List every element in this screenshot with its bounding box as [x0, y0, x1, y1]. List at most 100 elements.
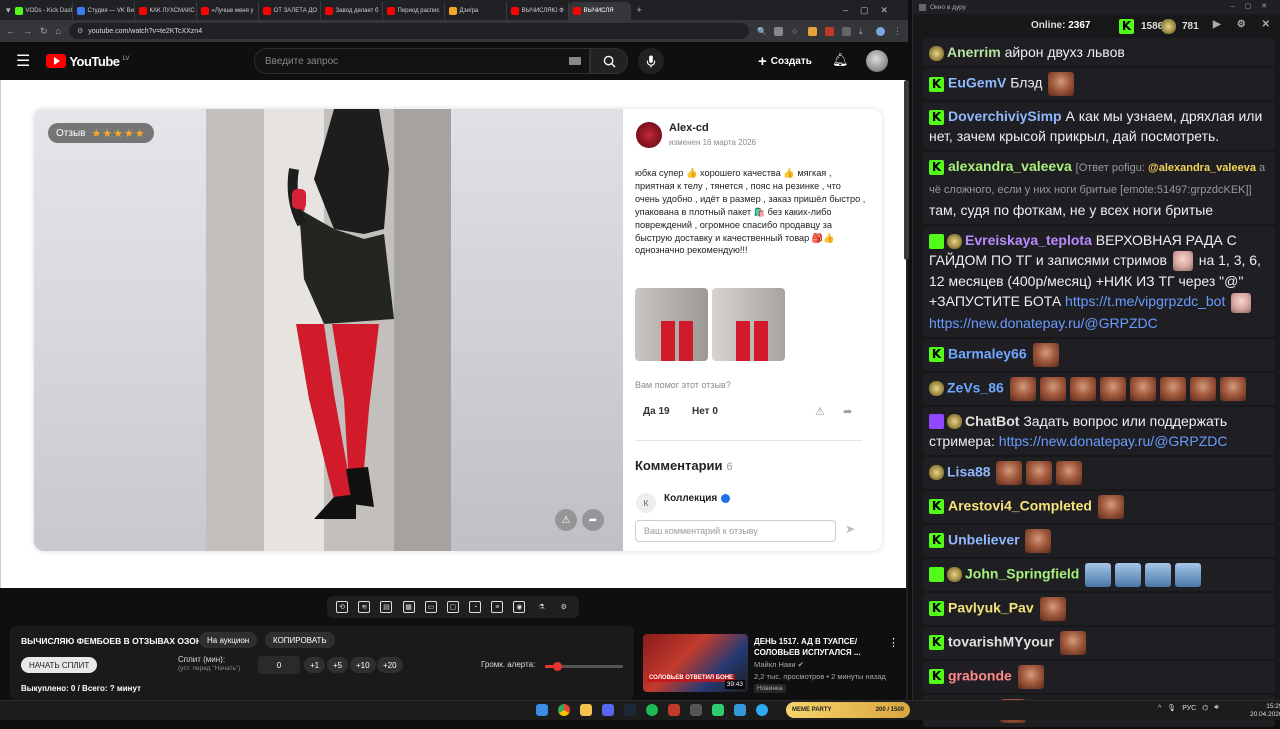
steam-icon[interactable] — [624, 704, 636, 716]
bookmark-icon[interactable]: ☆ — [791, 27, 800, 36]
auction-button[interactable]: На аукцион — [199, 632, 258, 648]
back-icon[interactable]: ← — [6, 26, 15, 36]
search-button[interactable] — [590, 48, 628, 74]
search-input[interactable]: Введите запрос — [254, 48, 590, 74]
copy-button[interactable]: КОПИРОВАТЬ — [265, 632, 335, 648]
account-avatar[interactable] — [866, 50, 888, 72]
browser-tab[interactable]: Студия — VK Ви — [73, 2, 135, 20]
helpful-yes-button[interactable]: Да 19 — [643, 406, 670, 417]
chat-username[interactable]: Pavlyuk_Pav — [948, 599, 1034, 615]
extension-icon[interactable] — [774, 26, 783, 36]
chat-username[interactable]: Arestovi4_Completed — [948, 497, 1092, 513]
app-icon[interactable] — [690, 704, 702, 716]
extension-icon[interactable] — [842, 26, 851, 36]
alert-volume-slider[interactable] — [545, 662, 623, 671]
settings-gear-icon[interactable]: ⚙ — [558, 601, 570, 613]
discord-icon[interactable] — [602, 704, 614, 716]
app-icon[interactable] — [734, 704, 746, 716]
add-10-button[interactable]: +10 — [350, 657, 376, 673]
chat-username[interactable]: Barmaley66 — [948, 345, 1027, 361]
folder-icon[interactable] — [580, 704, 592, 716]
site-info-icon[interactable]: ⚙ — [77, 27, 83, 35]
chat-username[interactable]: John_Springfield — [965, 565, 1079, 581]
browser-tab[interactable]: ВЫЧИСЛЯЮ Ф — [507, 2, 569, 20]
chat-username[interactable]: ZeVs_86 — [947, 379, 1004, 395]
browser-menu-icon[interactable]: ⋮ — [893, 26, 902, 37]
helpful-no-button[interactable]: Нет 0 — [692, 406, 718, 417]
chat-username[interactable]: grabonde — [948, 667, 1012, 683]
telegram-icon[interactable] — [756, 704, 768, 716]
add-20-button[interactable]: +20 — [377, 657, 403, 673]
settings-gear-icon[interactable]: ⚙ — [1237, 19, 1246, 30]
window-controls[interactable]: –▢✕ — [843, 5, 900, 16]
add-5-button[interactable]: +5 — [327, 657, 349, 673]
meme-party-widget[interactable]: MEME PARTY 200 / 1500 — [786, 702, 910, 718]
hamburger-menu-icon[interactable]: ☰ — [16, 51, 30, 71]
review-photo[interactable]: Отзыв ★★★★★ ⚠ ➦ — [34, 109, 623, 551]
report-button[interactable]: ⚠ — [555, 509, 577, 531]
playlist-icon[interactable]: ▤ — [380, 601, 393, 613]
comment-input[interactable]: Ваш комментарий к отзыву — [635, 520, 836, 542]
screenshot-icon[interactable]: ◉ — [513, 601, 526, 613]
youtube-logo[interactable]: YouTube LV — [46, 54, 129, 69]
forward-icon[interactable]: → — [23, 26, 32, 36]
chat-username[interactable]: ChatBot — [965, 413, 1019, 429]
audio-icon[interactable]: ≋ — [358, 601, 371, 613]
commenter-name[interactable]: Коллекция — [664, 493, 731, 504]
scrollbar[interactable] — [904, 80, 909, 260]
extension-icon[interactable] — [825, 26, 834, 36]
chat-username[interactable]: tovarishMYyour — [948, 633, 1054, 649]
recommended-video[interactable]: СОЛОВЬЕВ ОТВЕТИЛ БОНЕ 39:43 ДЕНЬ 1517. А… — [643, 632, 905, 694]
add-1-button[interactable]: +1 — [304, 657, 326, 673]
pip-icon[interactable]: ▭ — [424, 601, 437, 613]
window-controls[interactable]: –▢✕ — [1231, 2, 1277, 10]
chat-username[interactable]: Lisa88 — [947, 463, 991, 479]
chat-link[interactable]: https://new.donatepay.ru/@GRPZDC — [929, 315, 1158, 331]
warning-icon[interactable]: ⚠ — [815, 405, 825, 418]
new-tab-icon[interactable]: + — [637, 5, 642, 15]
author-avatar[interactable] — [636, 122, 662, 148]
chat-link[interactable]: https://new.donatepay.ru/@GRPZDC — [999, 433, 1228, 449]
chat-username[interactable]: alexandra_valeeva — [948, 158, 1072, 174]
volume-icon[interactable]: 🔊︎ — [1214, 704, 1218, 712]
video-player[interactable]: Отзыв ★★★★★ ⚠ ➦ Alex-cd изменен 16 марта… — [0, 80, 906, 588]
chat-username[interactable]: Unbeliever — [948, 531, 1020, 547]
recommended-title[interactable]: ДЕНЬ 1517. АД В ТУАПСЕ/ СОЛОВЬЕВ ИСПУГАЛ… — [754, 636, 889, 658]
clock[interactable]: 15:2920.04.2026 — [1250, 703, 1280, 719]
share-icon[interactable]: ➦ — [843, 405, 852, 418]
browser-tab[interactable]: ОТ ЗАЛЕТА ДО — [259, 2, 321, 20]
split-minutes-input[interactable]: 0 — [258, 656, 300, 674]
browser-tab[interactable]: Период распис — [383, 2, 445, 20]
app-icon[interactable] — [712, 704, 724, 716]
create-button[interactable]: + Создать — [758, 51, 812, 71]
chevron-up-icon[interactable]: ^ — [1158, 705, 1161, 712]
browser-tab[interactable]: Завод делает б — [321, 2, 383, 20]
commenter-avatar[interactable]: К — [636, 493, 656, 513]
chat-username[interactable]: DoverchiviySimp — [948, 108, 1062, 124]
mic-icon[interactable]: 🎙︎ — [1167, 704, 1176, 712]
chat-username[interactable]: EuGemV — [948, 75, 1006, 91]
chat-username[interactable]: Evreiskaya_teplota — [965, 232, 1092, 248]
spotify-icon[interactable] — [646, 704, 658, 716]
close-icon[interactable]: ✕ — [1262, 19, 1270, 30]
review-thumbnail[interactable] — [712, 288, 785, 361]
theater-icon[interactable]: ▢ — [446, 601, 459, 613]
start-split-button[interactable]: НАЧАТЬ СПЛИТ — [21, 657, 98, 673]
speed-icon[interactable]: ◔ — [469, 601, 482, 613]
voice-search-button[interactable] — [638, 48, 664, 74]
windows-start-icon[interactable] — [536, 704, 548, 716]
browser-tab[interactable]: ВЫЧИСЛЯ — [568, 2, 631, 20]
language-indicator[interactable]: РУС — [1182, 705, 1196, 712]
film-icon[interactable]: ▦ — [402, 601, 415, 613]
flask-icon[interactable]: ⚗ — [536, 601, 548, 613]
chat-link[interactable]: https://t.me/vipgrpzdc_bot — [1065, 293, 1225, 309]
home-icon[interactable]: ⌂ — [56, 26, 61, 36]
play-icon[interactable]: ▶ — [1213, 19, 1221, 30]
browser-tab[interactable]: КАК ЛУХСМАКС — [135, 2, 197, 20]
browser-tab[interactable]: VODs - Kick Dash — [11, 2, 73, 20]
more-options-icon[interactable]: ⋮ — [888, 636, 899, 649]
profile-icon[interactable] — [876, 26, 885, 36]
zoom-icon[interactable]: 🔍 — [757, 27, 767, 36]
share-button[interactable]: ➦ — [582, 509, 604, 531]
author-name[interactable]: Alex-cd — [669, 122, 709, 134]
